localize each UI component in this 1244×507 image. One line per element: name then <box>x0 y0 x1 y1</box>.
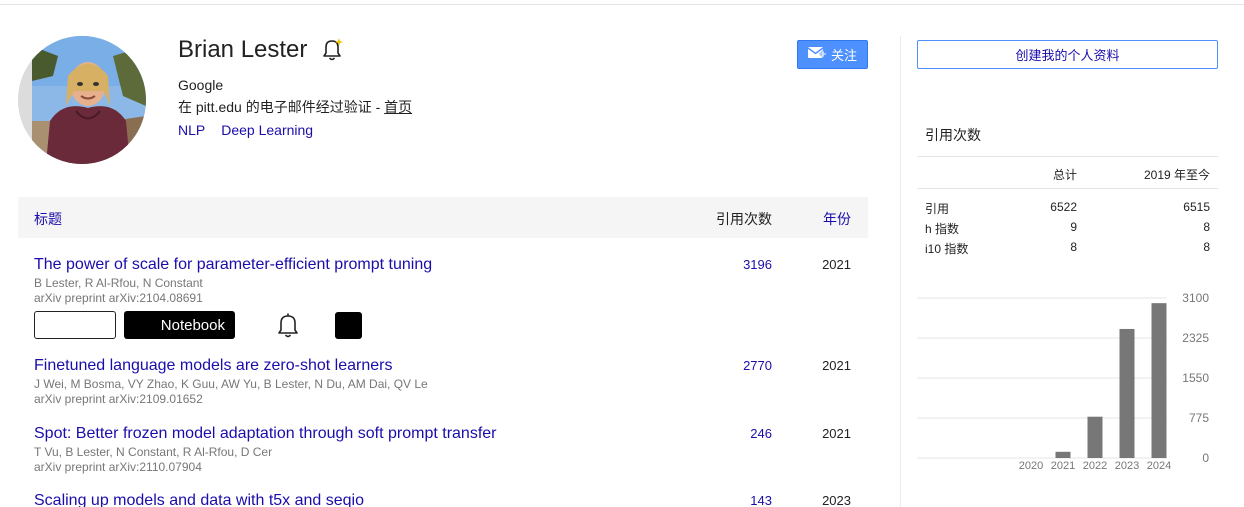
avatar <box>18 36 146 164</box>
publication-authors: B Lester, R Al-Rfou, N Constant <box>34 276 203 290</box>
cited-by-title: 引用次数 <box>925 127 981 143</box>
verified-text: 在 pitt.edu 的电子邮件经过验证 - <box>178 99 385 115</box>
x-tick-label: 2022 <box>1083 460 1107 472</box>
stats-since: 8 <box>1203 220 1210 234</box>
tag-nlp[interactable]: NLP <box>178 122 205 138</box>
publication-title[interactable]: Scaling up models and data with t5x and … <box>34 492 868 507</box>
interest-tags: NLP Deep Learning <box>178 122 313 138</box>
stats-header: 总计 2019 年至今 <box>917 156 1218 189</box>
citations-bar-chart: 3100 2325 1550 775 0 2020 2021 2022 2023 2024 <box>917 291 1209 472</box>
y-tick-label: 0 <box>1202 451 1209 465</box>
publication-year: 2021 <box>822 358 851 373</box>
stats-label: h 指数 <box>925 222 960 236</box>
table-row: Finetuned language models are zero-shot … <box>34 357 868 406</box>
publication-cites[interactable]: 3196 <box>743 257 772 272</box>
profile-name: Brian Lester <box>178 36 308 63</box>
publication-cites[interactable]: 143 <box>750 493 772 507</box>
homepage-link[interactable]: 首页 <box>384 99 412 115</box>
publication-title[interactable]: Spot: Better frozen model adaptation thr… <box>34 425 868 443</box>
stats-label: i10 指数 <box>925 242 969 256</box>
top-divider <box>0 0 1244 5</box>
y-tick-label: 1550 <box>1182 371 1209 385</box>
mail-icon <box>807 46 827 63</box>
x-tick-label: 2021 <box>1051 460 1075 472</box>
publication-venue: arXiv preprint arXiv:2104.08691 <box>34 291 203 305</box>
affiliation: Google <box>178 77 224 93</box>
bar-2021[interactable] <box>1055 451 1071 458</box>
stats-all: 6522 <box>1050 200 1077 214</box>
publication-year: 2021 <box>822 426 851 441</box>
stats-row: i10 指数 8 8 <box>917 237 1218 257</box>
publication-authors: T Vu, B Lester, N Constant, R Al-Rfou, D… <box>34 445 273 459</box>
stats-col-since: 2019 年至今 <box>1143 168 1210 182</box>
stats-since: 8 <box>1203 240 1210 254</box>
y-tick-label: 2325 <box>1182 331 1209 345</box>
publication-authors: J Wei, M Bosma, VY Zhao, K Guu, AW Yu, B… <box>34 377 428 391</box>
x-tick-label: 2020 <box>1019 460 1043 472</box>
extension-blank-button[interactable] <box>34 311 116 339</box>
y-tick-label: 775 <box>1189 411 1209 425</box>
create-profile-button[interactable]: 创建我的个人资料 <box>917 40 1218 69</box>
citation-stats-table: 总计 2019 年至今 引用 6522 6515 h 指数 9 8 i10 指数… <box>917 156 1218 257</box>
extension-square-button[interactable] <box>335 312 362 339</box>
tag-deep-learning[interactable]: Deep Learning <box>221 122 313 138</box>
y-tick-label: 3100 <box>1182 291 1209 305</box>
sort-by-year[interactable]: 年份 <box>823 209 851 229</box>
x-tick-label: 2024 <box>1147 460 1171 472</box>
publication-venue: arXiv preprint arXiv:2110.07904 <box>34 460 202 474</box>
column-divider <box>900 36 901 507</box>
stats-all: 9 <box>1070 220 1077 234</box>
stats-since: 6515 <box>1183 200 1210 214</box>
table-row: Scaling up models and data with t5x and … <box>34 492 868 507</box>
stats-label: 引用 <box>925 202 950 216</box>
verified-email: 在 pitt.edu 的电子邮件经过验证 - 首页 <box>178 97 412 117</box>
follow-label: 关注 <box>830 48 857 63</box>
publication-year: 2021 <box>822 257 851 272</box>
sort-by-title[interactable]: 标题 <box>34 209 62 229</box>
follow-button[interactable]: 关注 <box>797 40 868 69</box>
publication-venue: arXiv preprint arXiv:2109.01652 <box>34 392 203 406</box>
stats-row: h 指数 9 8 <box>917 217 1218 237</box>
bar-2024[interactable] <box>1151 303 1167 458</box>
notebook-button[interactable]: Notebook <box>124 311 235 339</box>
bell-icon[interactable] <box>274 312 302 340</box>
table-row: Spot: Better frozen model adaptation thr… <box>34 425 868 474</box>
x-tick-label: 2023 <box>1115 460 1139 472</box>
publication-cites[interactable]: 246 <box>750 426 772 441</box>
stats-row: 引用 6522 6515 <box>917 197 1218 217</box>
stats-all: 8 <box>1070 240 1077 254</box>
table-row: The power of scale for parameter-efficie… <box>34 256 868 305</box>
sort-by-cites[interactable]: 引用次数 <box>716 209 772 229</box>
publication-year: 2023 <box>822 493 851 507</box>
bar-2023[interactable] <box>1119 328 1135 458</box>
bell-sparkle-icon[interactable] <box>319 37 345 63</box>
table-header: 标题 引用次数 年份 <box>18 197 868 238</box>
publication-cites[interactable]: 2770 <box>743 358 772 373</box>
bar-2022[interactable] <box>1087 416 1103 458</box>
stats-col-all: 总计 <box>1052 168 1077 182</box>
